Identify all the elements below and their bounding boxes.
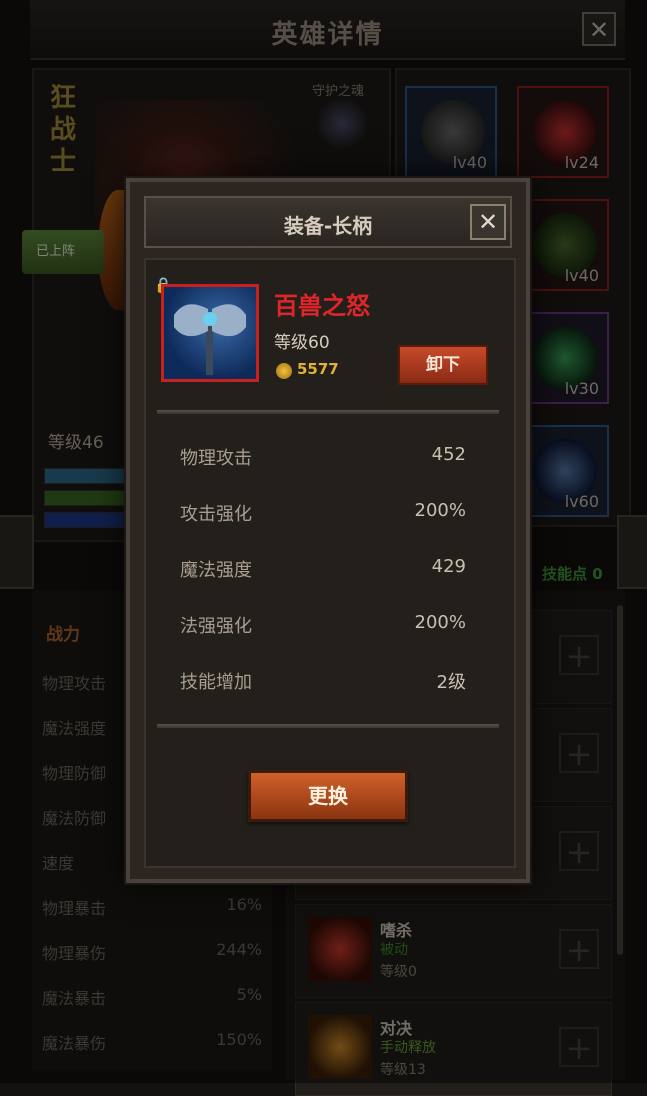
divider (157, 410, 499, 414)
item-stat-row: 物理攻击 452 (180, 444, 466, 469)
item-price: 5577 (297, 360, 339, 378)
item-stat-row: 法强强化 200% (180, 612, 466, 637)
dialog-header: 装备-长柄 (144, 196, 512, 248)
item-name: 百兽之怒 (274, 292, 370, 320)
item-level: 等级60 (274, 333, 330, 353)
dialog-title: 装备-长柄 (283, 214, 373, 238)
replace-button[interactable]: 更换 (248, 770, 408, 822)
close-icon: ✕ (477, 208, 499, 236)
item-stat-row: 攻击强化 200% (180, 500, 466, 525)
item-stat-row: 魔法强度 429 (180, 556, 466, 581)
item-icon-axe (161, 284, 259, 382)
divider (157, 724, 499, 728)
unequip-button[interactable]: 卸下 (398, 345, 488, 385)
dialog-close-button[interactable]: ✕ (470, 204, 506, 240)
axe-icon (174, 304, 246, 375)
gold-coin-icon (276, 363, 292, 379)
item-stat-row: 技能增加 2级 (180, 672, 466, 693)
